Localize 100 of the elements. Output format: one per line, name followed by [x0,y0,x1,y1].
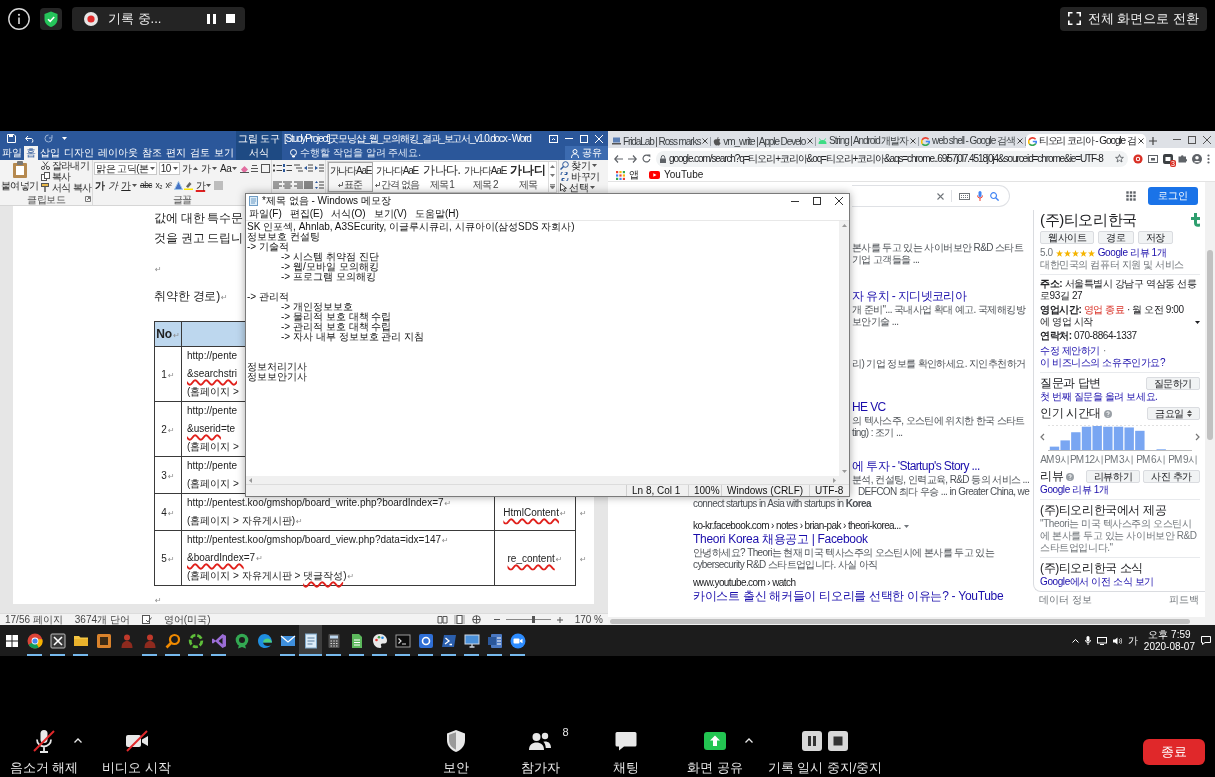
speaker-icon[interactable] [1112,636,1122,645]
style-option[interactable]: 가나다AaE 간격 없음 [373,162,422,192]
chevron-up-icon[interactable] [1071,638,1079,643]
globe-icon[interactable] [470,615,482,624]
font-name-field[interactable]: 맑은 고딕(본 [94,161,158,175]
ribbon-tab[interactable]: 파일 [0,146,24,160]
indent-icon[interactable] [314,164,324,172]
page-count[interactable]: 17/56 페이지 [5,614,63,625]
highlighter-icon[interactable] [184,180,194,190]
underline-button[interactable]: 가 [120,178,138,192]
ribbon-tab[interactable]: 보기 [212,146,236,160]
caret-up-icon[interactable] [745,738,753,743]
menu-item[interactable]: 편집(E) [289,208,324,220]
action-button[interactable]: 웹사이트 [1040,231,1095,244]
login-button[interactable]: 로그인 [1148,187,1198,205]
minimize-icon[interactable] [791,200,799,202]
reviews-link[interactable]: Google 리뷰 1개 [1097,247,1167,259]
scrollbar[interactable] [608,617,1215,625]
browser-tab[interactable]: vm_write | Apple Develo [711,134,816,148]
close-icon[interactable] [1137,138,1144,144]
caret-up-icon[interactable] [74,738,82,743]
action-button[interactable]: 경로 [1098,231,1134,244]
font-size-field[interactable]: 10 [158,161,180,175]
help-icon[interactable] [1103,409,1112,418]
change-case-button[interactable]: Aa [219,161,239,175]
browser-tab[interactable]: web shell - Google 검색 [919,134,1025,148]
caret-down-icon[interactable] [1195,321,1200,324]
avatar-icon[interactable] [1192,153,1202,164]
page-icon[interactable] [453,615,465,624]
close-icon[interactable] [910,138,917,144]
undo-icon[interactable] [25,134,35,143]
scrollbar[interactable] [246,476,849,484]
slider-thumb[interactable] [532,616,536,623]
result-link[interactable]: HE VC [852,400,886,415]
copy-button[interactable]: 복사 [40,171,92,182]
superscript-button[interactable]: x² [164,178,173,192]
align-center-icon[interactable] [283,181,293,189]
input-method-indicator[interactable]: 가 [1127,633,1138,648]
panel-link[interactable]: 수정 제안하기 [1040,345,1100,357]
help-icon[interactable] [1066,472,1075,481]
maximize-icon[interactable] [1188,135,1196,144]
proofing-icon[interactable] [141,615,152,624]
plus-icon[interactable] [1148,137,1157,145]
ribbon-tab[interactable]: 편지 [164,146,188,160]
browser-tab[interactable]: 티오리 코리아 - Google 검 [1025,134,1146,148]
find-button[interactable]: 찾기 [560,160,600,171]
menu-item[interactable]: 서식(O) [331,208,366,220]
scroll-up-icon[interactable] [550,165,556,169]
language-status[interactable]: 영어(미국) [163,614,211,625]
end-meeting-button[interactable]: 종료 [1143,739,1205,765]
result-link[interactable]: 에 투자 - 'Startup's Story ... [852,459,980,474]
ribbon-display-icon[interactable] [549,134,558,143]
select-button[interactable]: 선택 [560,182,600,193]
ribbon-tab[interactable]: 참조 [140,146,164,160]
style-option[interactable]: 가나다. 제목 1 [421,162,463,192]
back-icon[interactable] [614,154,623,163]
review-action-button[interactable]: 사진 추가 [1143,470,1200,483]
eraser-icon[interactable] [239,163,249,173]
cut-button[interactable]: 잘라내기 [40,160,92,171]
pause-icon[interactable] [207,13,216,24]
style-option[interactable]: 가나다AaE 제목 2 [462,162,509,192]
browser-tab[interactable]: String | Android 개발자 [816,134,919,148]
screen-icon[interactable] [1148,154,1158,163]
audio-button[interactable]: 음소거 해제 [9,729,79,777]
ribbon-tab[interactable]: 홈 [24,146,38,160]
ribbon-tab[interactable]: 삽입 [38,146,62,160]
tell-me-field[interactable]: 수행할 작업을 알려 주세요. [290,146,422,160]
zoom-in-icon[interactable] [556,616,563,623]
line-spacing-icon[interactable] [314,181,324,189]
close-icon[interactable] [1203,135,1211,144]
share-screen-button[interactable]: 화면 공유 [687,729,743,777]
replace-button[interactable]: 바꾸기 [560,171,600,182]
font-color-button[interactable]: 가 [194,178,213,192]
shrink-font-button[interactable]: 가 [200,161,218,175]
result-link[interactable]: 카이스트 출신 해커들이 티오리를 선택한 이유는? - YouTube [693,589,1004,604]
ribbon-tab[interactable]: 레이아웃 [96,146,140,160]
style-option[interactable]: 가나다AaE 표준 [327,162,374,192]
launcher-icon[interactable] [85,196,92,202]
security-button[interactable]: 보안 [443,729,469,777]
more-icon[interactable] [550,183,556,189]
zoom-level[interactable]: 170 % [574,614,603,625]
reload-icon[interactable] [642,154,651,163]
notification-icon[interactable] [1201,636,1211,645]
outdent-icon[interactable] [304,164,314,172]
day-dropdown[interactable]: 금요일 [1147,407,1200,420]
info-icon[interactable] [8,7,30,30]
align-left-icon[interactable] [272,181,282,189]
menu-item[interactable]: 파일(F) [249,208,282,220]
justify-icon[interactable] [304,181,314,189]
bullet-list-icon[interactable] [272,164,282,172]
ribbon-tab[interactable]: 검토 [188,146,212,160]
extension-icon[interactable] [1163,153,1173,164]
clock-date[interactable]: 2020-08-07 [1143,640,1195,653]
book-icon[interactable] [436,615,448,624]
clock-time[interactable]: 오후 7:59 [1148,628,1191,641]
review-action-button[interactable]: 리뷰하기 [1085,470,1141,483]
format-painter-button[interactable]: 서식 복사 [40,182,92,193]
chat-button[interactable]: 채팅 [613,729,639,777]
recording-button[interactable]: 기록 일시 중지/중지 [767,729,883,777]
lines-icon[interactable] [250,163,260,173]
